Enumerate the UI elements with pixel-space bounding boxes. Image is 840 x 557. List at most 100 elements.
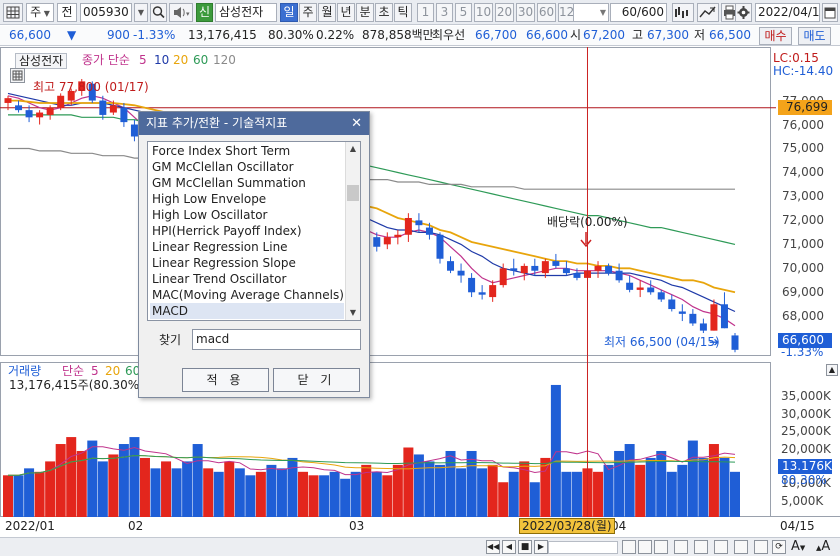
tab-period-6[interactable]: 틱: [394, 3, 412, 22]
scroll-down-icon[interactable]: ▼: [346, 306, 360, 320]
volume-bar: [203, 468, 214, 517]
indicator-item[interactable]: Linear Regression Line: [150, 239, 344, 255]
volume-bar: [677, 464, 688, 517]
sound-icon[interactable]: ▾: [169, 3, 193, 22]
sell-button[interactable]: 매도: [798, 27, 831, 45]
tab-period-5[interactable]: 초: [375, 3, 393, 22]
scrollbar[interactable]: ▲ ▼: [345, 142, 360, 320]
interval-button-3[interactable]: 3: [436, 3, 453, 22]
volume-panel-title[interactable]: 거래량: [8, 364, 41, 378]
chevron-down-icon: ▼: [41, 9, 50, 18]
market-select[interactable]: 주 ▼: [26, 3, 54, 22]
interval-button-20[interactable]: 20: [495, 3, 514, 22]
line-tool-icon[interactable]: [697, 3, 719, 22]
grid-icon[interactable]: [3, 3, 23, 22]
volume-ma-5[interactable]: 5: [91, 364, 99, 378]
tab-period-2[interactable]: 월: [318, 3, 336, 22]
dividend-arrow: [580, 232, 592, 248]
search-icon[interactable]: [150, 3, 167, 22]
calendar-icon[interactable]: [822, 3, 838, 22]
tab-period-4[interactable]: 분: [356, 3, 374, 22]
price-tick: 72,000: [782, 213, 824, 228]
dialog-title[interactable]: 지표 추가/전환 - 기술적지표: [139, 112, 369, 135]
indicator-item[interactable]: High Low Oscillator: [150, 207, 344, 223]
volume-bar: [434, 464, 445, 517]
interval-button-60[interactable]: 60: [537, 3, 556, 22]
chevron-down-icon[interactable]: ▼: [134, 3, 148, 22]
fit-icon[interactable]: [654, 540, 668, 554]
indicator-item[interactable]: High Low Envelope: [150, 191, 344, 207]
new-badge[interactable]: 신: [196, 3, 213, 22]
interval-button-30[interactable]: 30: [516, 3, 535, 22]
tab-period-0[interactable]: 일: [280, 3, 298, 22]
candle-body: [130, 124, 138, 137]
zoom-out-icon[interactable]: [638, 540, 652, 554]
buy-button[interactable]: 매수: [759, 27, 792, 45]
ma-period-20[interactable]: 20: [173, 53, 188, 67]
close-icon[interactable]: ✕: [351, 112, 362, 135]
code-input[interactable]: 005930: [80, 3, 132, 22]
ma-period-10[interactable]: 10: [154, 53, 169, 67]
draw-icon[interactable]: [714, 540, 728, 554]
interval-button-5[interactable]: 5: [455, 3, 472, 22]
interval-input[interactable]: ▼: [573, 3, 609, 22]
chart-area[interactable]: 삼성전자 종가 단순 5 10 20 60 120 LC:0.15 HC:-14…: [0, 47, 840, 534]
indicator-list[interactable]: Force Index Short Term GM McClellan Oscil…: [147, 141, 361, 321]
interval-button-10[interactable]: 10: [474, 3, 493, 22]
volume-bar: [540, 457, 551, 517]
low-price: 66,500: [709, 28, 751, 42]
stop-icon[interactable]: ■: [518, 540, 532, 554]
zoom-in-icon[interactable]: [622, 540, 636, 554]
prev-page-icon[interactable]: ◀◀: [486, 540, 500, 554]
gear-icon[interactable]: [735, 3, 752, 22]
find-input[interactable]: macd: [192, 329, 361, 350]
tab-period-3[interactable]: 년: [337, 3, 355, 22]
interval-button-1[interactable]: 1: [417, 3, 434, 22]
volume-bar: [340, 478, 351, 517]
settings-icon[interactable]: [734, 540, 748, 554]
scroll-thumb[interactable]: [347, 185, 359, 201]
indicator-item[interactable]: MACD Oscillator: [150, 319, 344, 320]
tab-period-1[interactable]: 주: [299, 3, 317, 22]
crosshair-icon[interactable]: [674, 540, 688, 554]
date-input[interactable]: 2022/04/15: [755, 3, 820, 22]
refresh-icon[interactable]: ⟳: [772, 540, 786, 554]
volume-bar: [666, 471, 677, 517]
ma-period-120[interactable]: 120: [213, 53, 236, 67]
indicator-item[interactable]: GM McClellan Oscillator: [150, 159, 344, 175]
next-icon[interactable]: ▶: [534, 540, 548, 554]
font-larger-icon[interactable]: ▲A: [816, 538, 830, 557]
magnet-icon[interactable]: [754, 540, 768, 554]
ma-period-5[interactable]: 5: [139, 53, 147, 67]
volume-bar: [182, 461, 193, 517]
count-input[interactable]: 60/600: [610, 3, 667, 22]
ma-period-60[interactable]: 60: [193, 53, 208, 67]
indicator-item[interactable]: MACD: [150, 303, 344, 319]
prev-icon[interactable]: ◀: [502, 540, 516, 554]
indicator-item[interactable]: Linear Regression Slope: [150, 255, 344, 271]
volume-bar: [329, 471, 340, 517]
indicator-item[interactable]: GM McClellan Summation: [150, 175, 344, 191]
scroll-up-icon[interactable]: ▲: [346, 142, 360, 156]
indicator-item[interactable]: Linear Trend Oscillator: [150, 271, 344, 287]
font-smaller-icon[interactable]: A▼: [791, 538, 805, 557]
scope-select[interactable]: 전: [57, 3, 77, 22]
candle-body: [636, 287, 644, 290]
price-panel-title[interactable]: 삼성전자: [15, 53, 68, 69]
scroll-track[interactable]: [548, 541, 618, 554]
panel-grid-icon[interactable]: [10, 68, 25, 83]
best-ask: 66,700: [475, 28, 517, 42]
chart-canvas[interactable]: [0, 47, 840, 517]
compare-chart-icon[interactable]: [672, 3, 694, 22]
volume-bar: [108, 454, 119, 517]
indicator-item[interactable]: HPI(Herrick Payoff Index): [150, 223, 344, 239]
indicator-item[interactable]: MAC(Moving Average Channels): [150, 287, 344, 303]
fullscreen-icon[interactable]: [694, 540, 708, 554]
price-tick: 68,000: [782, 309, 824, 324]
volume-ma-20[interactable]: 20: [105, 364, 120, 378]
close-button[interactable]: 닫 기: [273, 368, 360, 392]
apply-button[interactable]: 적 용: [182, 368, 269, 392]
collapse-panel-icon[interactable]: ▲: [826, 364, 838, 376]
indicator-item[interactable]: Force Index Short Term: [150, 143, 344, 159]
low-label: 저: [694, 28, 706, 42]
